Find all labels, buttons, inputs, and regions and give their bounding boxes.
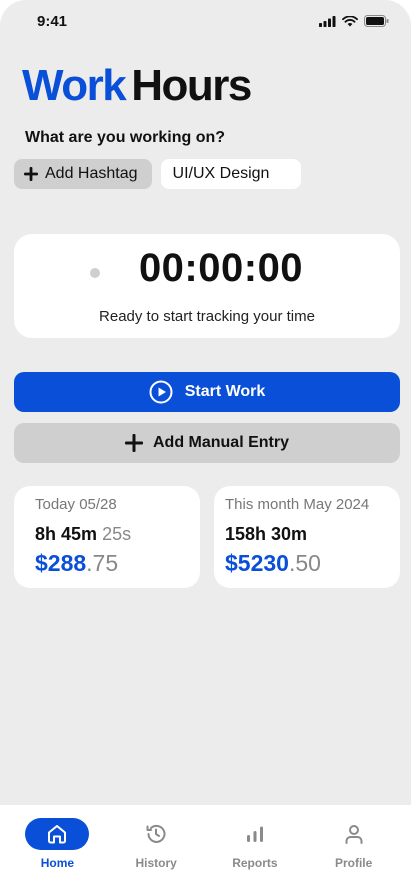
logo-work-text: Work — [22, 61, 127, 110]
status-icons — [319, 15, 389, 27]
today-hours-main: 8h 45m — [35, 524, 98, 544]
add-manual-entry-label: Add Manual Entry — [152, 434, 289, 451]
today-earnings-main: $288 — [35, 550, 87, 576]
nav-item-home[interactable]: Home — [12, 805, 102, 886]
working-on-prompt: What are you working on? — [25, 129, 226, 146]
add-hashtag-button[interactable]: Add Hashtag — [14, 159, 152, 189]
timer-display: 00:00:00 — [138, 246, 304, 290]
start-work-label: Start Work — [184, 383, 266, 400]
nav-reports-pill — [223, 818, 287, 850]
nav-history-label: History — [135, 856, 177, 870]
timer-card: 00:00:00 Ready to start tracking your ti… — [14, 234, 400, 338]
nav-home-label: Home — [40, 856, 75, 870]
nav-reports-label: Reports — [232, 856, 278, 870]
nav-item-reports[interactable]: Reports — [210, 805, 300, 886]
month-earnings-main: $5230 — [225, 550, 289, 576]
month-earnings-cents: .50 — [288, 550, 321, 576]
bottom-nav: Home History Reports Profile — [0, 805, 411, 886]
add-hashtag-label: Add Hashtag — [45, 165, 138, 182]
logo-hours-text: Hours — [131, 61, 252, 110]
signal-icon — [319, 15, 336, 27]
today-hours-seconds: 25s — [102, 524, 132, 544]
month-hours: 158h 30m — [225, 524, 307, 545]
month-hours-main: 158h 30m — [225, 524, 308, 544]
battery-icon — [364, 15, 389, 27]
plus-icon — [24, 167, 38, 181]
today-title: Today 05/28 — [35, 496, 117, 513]
add-manual-entry-button[interactable]: Add Manual Entry — [14, 423, 400, 463]
status-bar: 9:41 — [0, 0, 411, 44]
play-circle-icon — [149, 380, 173, 404]
hashtag-chip[interactable]: UI/UX Design — [160, 159, 301, 189]
month-earnings: $5230.50 — [225, 550, 321, 577]
month-title: This month May 2024 — [225, 496, 370, 513]
today-hours: 8h 45m 25s — [35, 524, 131, 545]
nav-profile-pill — [322, 818, 386, 850]
history-icon — [146, 824, 166, 843]
app-screen: 9:41 WorkHours What are you working on? — [0, 0, 411, 886]
app-logo: Work Hours — [22, 58, 252, 114]
hashtag-chip-label: UI/UX Design — [172, 165, 270, 182]
today-earnings-cents: .75 — [86, 550, 119, 576]
today-earnings: $288.75 — [35, 550, 118, 577]
nav-home-pill — [25, 818, 90, 850]
today-stats-card: Today 05/28 8h 45m 25s $288.75 — [14, 486, 200, 588]
nav-item-history[interactable]: History — [111, 805, 201, 886]
wifi-icon — [342, 15, 358, 26]
nav-history-pill — [124, 818, 188, 850]
start-work-button[interactable]: Start Work — [14, 372, 400, 412]
plus-icon — [124, 434, 143, 452]
home-icon — [48, 825, 67, 844]
nav-profile-label: Profile — [334, 856, 373, 870]
hashtag-row: Add Hashtag UI/UX Design — [14, 159, 301, 189]
status-time: 9:41 — [37, 13, 68, 30]
nav-item-profile[interactable]: Profile — [309, 805, 399, 886]
timer-subtitle: Ready to start tracking your time — [99, 308, 315, 325]
bar-chart-icon — [246, 826, 263, 842]
month-stats-card: This month May 2024 158h 30m $5230.50 — [214, 486, 400, 588]
user-icon — [345, 825, 363, 844]
